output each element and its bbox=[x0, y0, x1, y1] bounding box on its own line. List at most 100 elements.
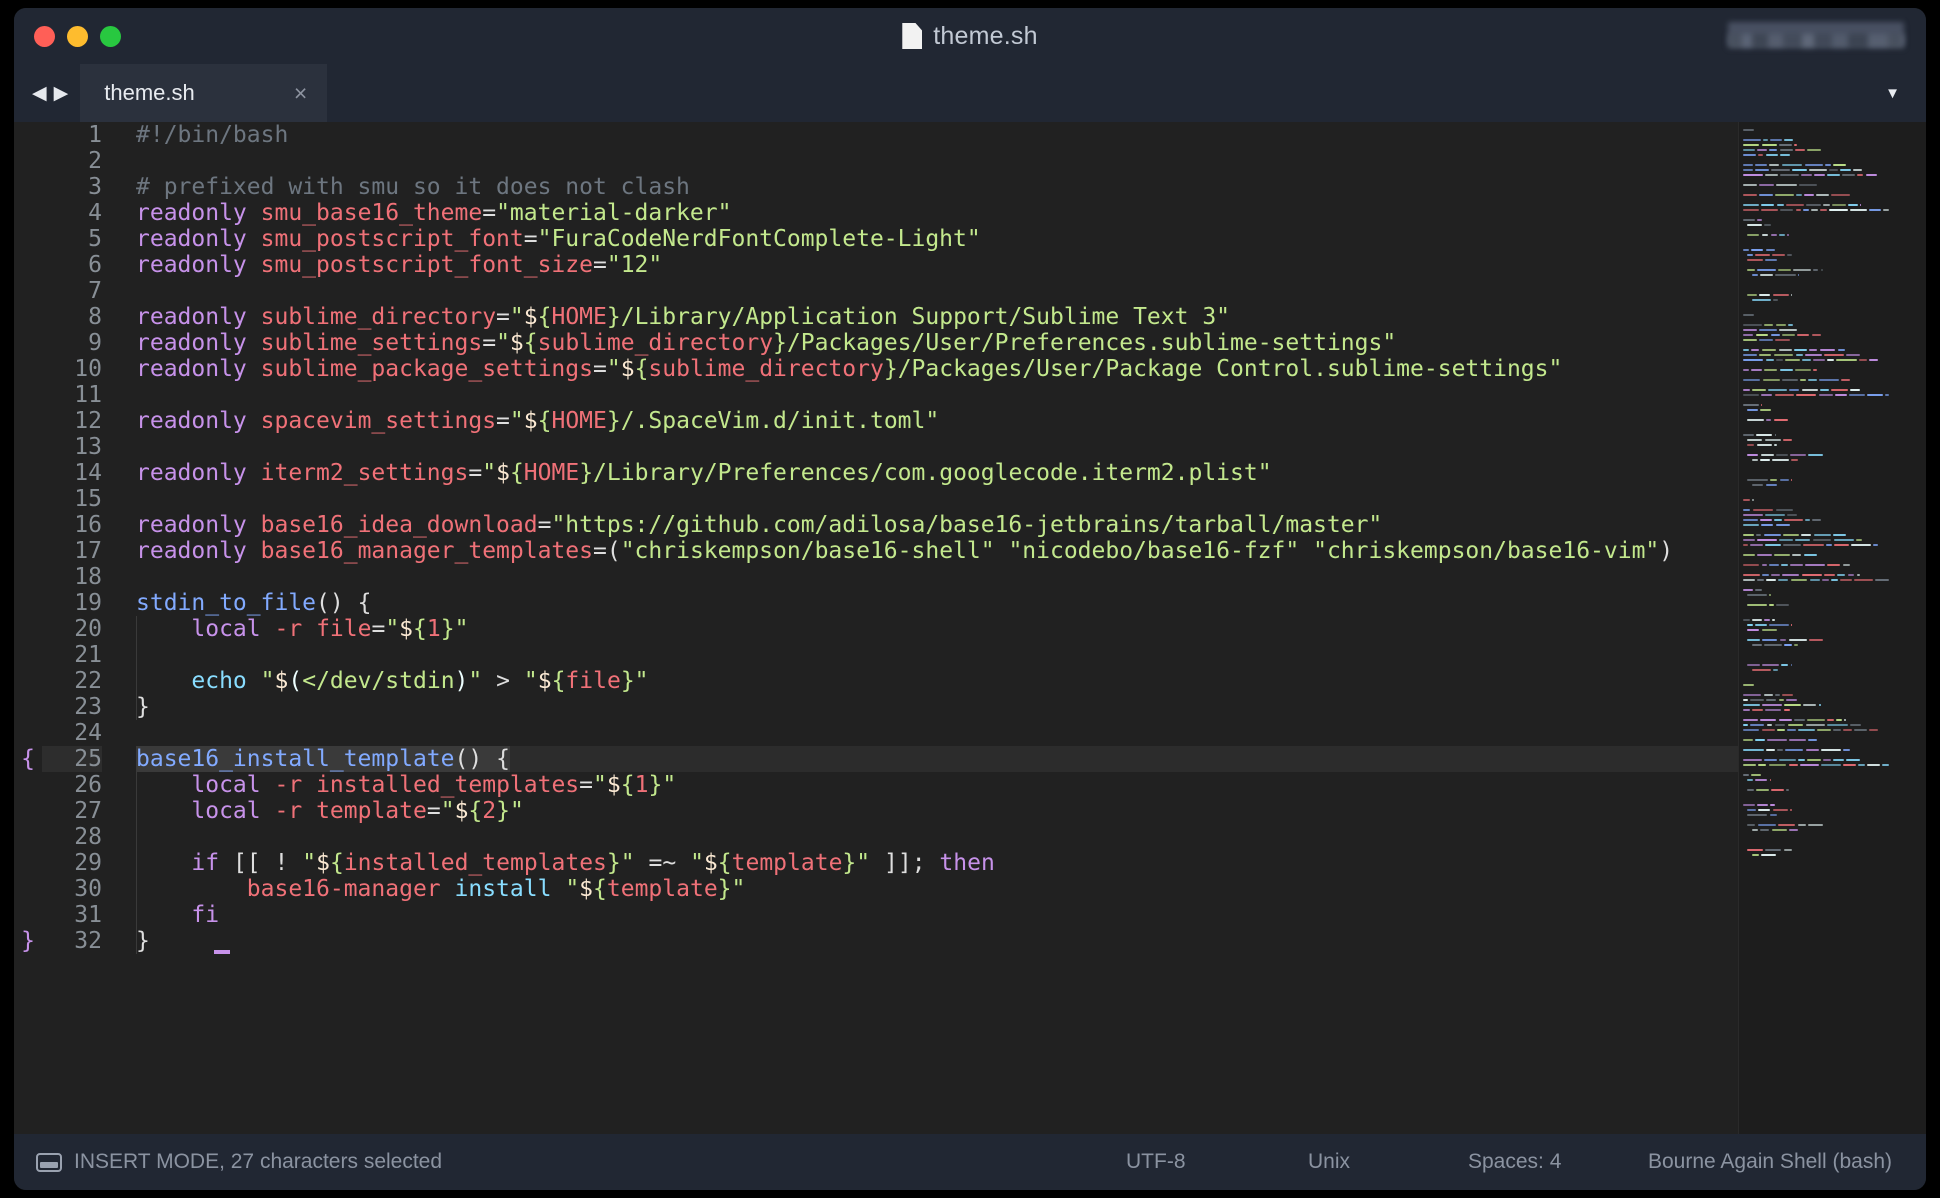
fold-marker[interactable] bbox=[14, 824, 42, 850]
fold-marker[interactable] bbox=[14, 408, 42, 434]
fold-marker[interactable] bbox=[14, 122, 42, 148]
fold-marker[interactable] bbox=[14, 200, 42, 226]
code-line[interactable] bbox=[136, 148, 1738, 174]
fold-marker[interactable] bbox=[14, 434, 42, 460]
code-line[interactable] bbox=[136, 564, 1738, 590]
code-line[interactable]: local -r file="${1}" bbox=[136, 616, 1738, 642]
code-line[interactable]: base16-manager install "${template}" bbox=[136, 876, 1738, 902]
fold-marker[interactable] bbox=[14, 486, 42, 512]
minimap-token bbox=[1743, 514, 1764, 517]
code-line[interactable]: } bbox=[136, 694, 1738, 720]
fold-marker[interactable] bbox=[14, 642, 42, 668]
minimize-window-button[interactable] bbox=[67, 25, 88, 47]
minimap[interactable] bbox=[1738, 122, 1926, 1134]
code-line[interactable]: } bbox=[136, 928, 1738, 954]
minimap-token bbox=[1743, 329, 1757, 332]
fold-marker[interactable] bbox=[14, 798, 42, 824]
code-line[interactable]: local -r installed_templates="${1}" bbox=[136, 772, 1738, 798]
code-line[interactable]: readonly smu_postscript_font="FuraCodeNe… bbox=[136, 226, 1738, 252]
fold-marker[interactable] bbox=[14, 616, 42, 642]
code-line[interactable] bbox=[136, 382, 1738, 408]
fold-marker[interactable] bbox=[14, 330, 42, 356]
fold-marker[interactable] bbox=[14, 876, 42, 902]
status-syntax[interactable]: Bourne Again Shell (bash) bbox=[1648, 1150, 1926, 1174]
minimap-token bbox=[1743, 729, 1760, 732]
code-line[interactable] bbox=[136, 486, 1738, 512]
code-line[interactable]: readonly base16_idea_download="https://g… bbox=[136, 512, 1738, 538]
fold-marker[interactable] bbox=[14, 148, 42, 174]
fold-marker[interactable] bbox=[14, 174, 42, 200]
minimap-token bbox=[1797, 334, 1810, 337]
minimap-token bbox=[1855, 539, 1862, 542]
tab-theme-sh[interactable]: theme.sh × bbox=[80, 64, 328, 122]
minimap-token bbox=[1743, 704, 1760, 707]
code-line[interactable]: #!/bin/bash bbox=[136, 122, 1738, 148]
fold-marker[interactable] bbox=[14, 720, 42, 746]
minimap-token bbox=[1769, 564, 1779, 567]
code-line[interactable]: local -r template="${2}" bbox=[136, 798, 1738, 824]
status-indentation[interactable]: Spaces: 4 bbox=[1468, 1150, 1648, 1174]
fold-marker[interactable] bbox=[14, 304, 42, 330]
chevron-down-icon[interactable]: ▼ bbox=[1885, 64, 1926, 122]
minimap-token bbox=[1867, 394, 1883, 397]
zoom-window-button[interactable] bbox=[100, 25, 121, 47]
minimap-token bbox=[1765, 749, 1775, 752]
fold-marker[interactable] bbox=[14, 278, 42, 304]
status-line-endings[interactable]: Unix bbox=[1308, 1150, 1468, 1174]
code-line[interactable]: stdin_to_file() { bbox=[136, 590, 1738, 616]
minimap-token bbox=[1771, 789, 1785, 792]
fold-marker[interactable]: } bbox=[14, 928, 42, 954]
fold-marker[interactable] bbox=[14, 226, 42, 252]
minimap-token bbox=[1779, 759, 1797, 762]
fold-marker[interactable] bbox=[14, 460, 42, 486]
code-line[interactable]: readonly iterm2_settings="${HOME}/Librar… bbox=[136, 460, 1738, 486]
code-line[interactable]: readonly smu_postscript_font_size="12" bbox=[136, 252, 1738, 278]
minimap-token bbox=[1766, 739, 1788, 742]
tab-forward-arrow-icon[interactable]: ▶ bbox=[54, 84, 69, 103]
fold-gutter[interactable]: { } bbox=[14, 122, 42, 1134]
code-line[interactable]: readonly base16_manager_templates=("chri… bbox=[136, 538, 1738, 564]
minimap-token bbox=[1778, 349, 1792, 352]
fold-marker[interactable] bbox=[14, 668, 42, 694]
code-area[interactable]: #!/bin/bash # prefixed with smu so it do… bbox=[114, 122, 1738, 1134]
code-line[interactable]: readonly spacevim_settings="${HOME}/.Spa… bbox=[136, 408, 1738, 434]
code-line[interactable]: readonly sublime_settings="${sublime_dir… bbox=[136, 330, 1738, 356]
code-line[interactable] bbox=[136, 434, 1738, 460]
code-line[interactable] bbox=[136, 720, 1738, 746]
code-line[interactable]: fi bbox=[136, 902, 1738, 928]
code-line[interactable] bbox=[136, 642, 1738, 668]
fold-marker[interactable]: { bbox=[14, 746, 42, 772]
code-line[interactable]: readonly sublime_directory="${HOME}/Libr… bbox=[136, 304, 1738, 330]
minimap-token bbox=[1805, 354, 1822, 357]
fold-marker[interactable] bbox=[14, 850, 42, 876]
close-icon[interactable]: × bbox=[294, 81, 307, 105]
code-line[interactable]: echo "$(</dev/stdin)" > "${file}" bbox=[136, 668, 1738, 694]
tab-back-arrow-icon[interactable]: ◀ bbox=[32, 84, 47, 103]
code-line[interactable]: readonly smu_base16_theme="material-dark… bbox=[136, 200, 1738, 226]
fold-marker[interactable] bbox=[14, 512, 42, 538]
fold-marker[interactable] bbox=[14, 694, 42, 720]
close-window-button[interactable] bbox=[34, 25, 55, 47]
fold-marker[interactable] bbox=[14, 564, 42, 590]
code-line[interactable]: if [[ ! "${installed_templates}" =~ "${t… bbox=[136, 850, 1738, 876]
fold-marker[interactable] bbox=[14, 356, 42, 382]
minimap-token bbox=[1762, 379, 1780, 382]
code-editor[interactable]: { } 1 2 3 4 5 6 7 8 9 10 11 12 13 14 15 16 17 18 19 20 21 22 2… bbox=[14, 122, 1738, 1134]
fold-marker[interactable] bbox=[14, 538, 42, 564]
code-line[interactable] bbox=[136, 824, 1738, 850]
minimap-token bbox=[1743, 354, 1758, 357]
fold-marker[interactable] bbox=[14, 590, 42, 616]
fold-marker[interactable] bbox=[14, 772, 42, 798]
code-line[interactable] bbox=[136, 278, 1738, 304]
fold-marker[interactable] bbox=[14, 252, 42, 278]
minimap-token bbox=[1858, 764, 1865, 767]
minimap-token bbox=[1756, 444, 1772, 447]
code-line[interactable]: # prefixed with smu so it does not clash bbox=[136, 174, 1738, 200]
fold-marker[interactable] bbox=[14, 382, 42, 408]
code-line[interactable]: base16_install_template() { bbox=[136, 746, 1738, 772]
minimap-token bbox=[1831, 194, 1850, 197]
code-line[interactable]: readonly sublime_package_settings="${sub… bbox=[136, 356, 1738, 382]
status-encoding[interactable]: UTF-8 bbox=[1126, 1150, 1308, 1174]
fold-marker[interactable] bbox=[14, 902, 42, 928]
minimap-token bbox=[1795, 539, 1811, 542]
